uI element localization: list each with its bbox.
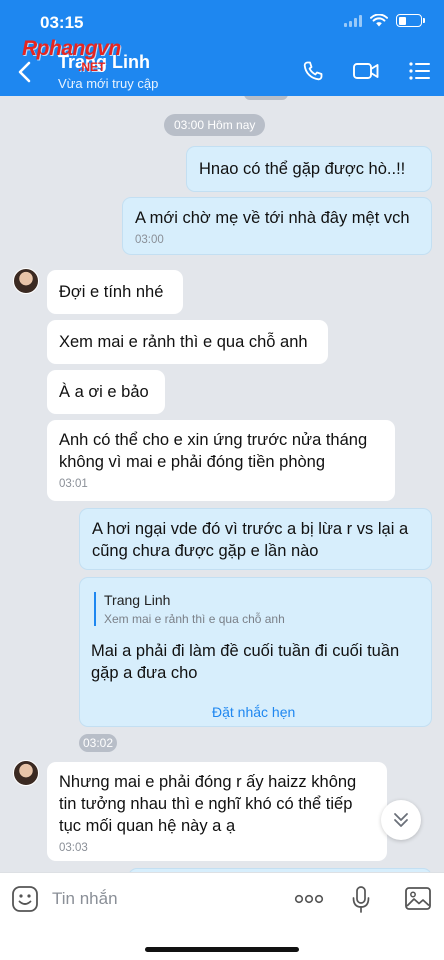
message-bubble-incoming[interactable]: Xem mai e rảnh thì e qua chỗ anh — [47, 320, 328, 364]
chevron-left-icon[interactable] — [14, 58, 36, 86]
message-time: 03:00 — [135, 234, 164, 246]
status-time: 03:15 — [40, 13, 84, 32]
battery-icon — [396, 14, 425, 27]
message-bubble-outgoing[interactable]: A mới chờ mẹ về tới nhà đây mệt vch 03:0… — [122, 197, 432, 255]
message-text-line: Mai a phải đi làm đề cuối tuần đi cuối t… — [91, 642, 400, 660]
contact-status: Vừa mới truy cập — [58, 76, 159, 91]
message-text: À a ơi e bảo — [59, 383, 149, 401]
message-bubble-incoming[interactable]: Đợi e tính nhé — [47, 270, 183, 314]
message-text-line: cũng chưa được gặp e lần nào — [92, 542, 319, 560]
message-bubble-outgoing-reply[interactable]: Trang Linh Xem mai e rảnh thì e qua chỗ … — [79, 577, 432, 727]
video-camera-icon — [353, 63, 379, 79]
message-time: 03:03 — [59, 842, 88, 854]
call-button[interactable] — [298, 56, 328, 86]
scroll-down-button[interactable] — [381, 800, 421, 840]
message-text-line: A hơi ngại vde đó vì trước a bị lừa r vs… — [92, 520, 409, 538]
message-text: Mai a phải đi làm đề cuối tuần đi cuối t… — [91, 640, 399, 684]
composer-bar: Tin nhắn — [0, 872, 444, 960]
phone-icon — [303, 61, 323, 81]
message-text-line: Anh có thể cho e xin ứng trước nửa tháng — [59, 431, 368, 449]
message-text: Hnao có thể gặp được hò..!! — [199, 160, 406, 178]
message-list[interactable]: 03:00 Hôm nay Hnao có thể gặp được hò..!… — [0, 96, 444, 872]
image-icon[interactable] — [404, 885, 432, 913]
list-menu-icon — [409, 62, 430, 80]
previous-time-pill — [244, 96, 288, 100]
message-bubble-outgoing[interactable]: A hơi ngại vde đó vì trước a bị lừa r vs… — [79, 508, 432, 570]
quoted-message[interactable]: Trang Linh Xem mai e rảnh thì e qua chỗ … — [94, 592, 285, 626]
message-text-line: Nhưng mai e phải đóng r ấy haizz không — [59, 773, 357, 791]
cellular-signal-icon — [344, 14, 362, 27]
message-bubble-incoming[interactable]: Nhưng mai e phải đóng r ấy haizz không t… — [47, 762, 387, 861]
message-text: Xem mai e rảnh thì e qua chỗ anh — [59, 333, 308, 351]
message-time: 03:02 — [79, 734, 118, 752]
avatar[interactable] — [13, 760, 39, 786]
message-input[interactable]: Tin nhắn — [52, 889, 118, 909]
quoted-text: Xem mai e rảnh thì e qua chỗ anh — [104, 612, 285, 626]
menu-button[interactable] — [405, 56, 435, 86]
chat-header: 03:15 Trang Linh Vừa mới truy cập Rphang… — [0, 0, 444, 96]
message-bubble-incoming[interactable]: À a ơi e bảo — [47, 370, 165, 414]
avatar[interactable] — [13, 268, 39, 294]
quoted-sender: Trang Linh — [104, 592, 171, 608]
microphone-icon[interactable] — [351, 885, 371, 915]
date-separator: 03:00 Hôm nay — [164, 114, 266, 136]
watermark-logo: Rphangvn — [22, 37, 121, 60]
chevron-double-down-icon — [394, 813, 408, 827]
wifi-icon — [370, 14, 388, 27]
video-call-button[interactable] — [351, 56, 381, 86]
set-reminder-link[interactable]: Đặt nhắc hẹn — [212, 704, 295, 720]
status-icons — [344, 14, 425, 27]
message-bubble-outgoing[interactable]: Hnao có thể gặp được hò..!! — [186, 146, 432, 192]
message-text-line: tin tưởng nhau thì e nghĩ khó có thể tiế… — [59, 795, 353, 813]
smiley-icon[interactable] — [11, 885, 39, 913]
message-text: A mới chờ mẹ về tới nhà đây mệt vch — [135, 209, 410, 227]
home-indicator — [145, 947, 299, 952]
message-text-line: không vì mai e phải đóng tiền phòng — [59, 453, 326, 471]
watermark-suffix: .NET — [78, 60, 106, 74]
message-text-line: tục mối quan hệ này a ạ — [59, 817, 236, 835]
message-bubble-incoming[interactable]: Anh có thể cho e xin ứng trước nửa tháng… — [47, 420, 395, 501]
message-time: 03:01 — [59, 478, 88, 490]
message-text-line: gặp a đưa cho — [91, 664, 198, 682]
ellipsis-icon[interactable] — [294, 892, 324, 906]
message-text: Đợi e tính nhé — [59, 283, 164, 301]
